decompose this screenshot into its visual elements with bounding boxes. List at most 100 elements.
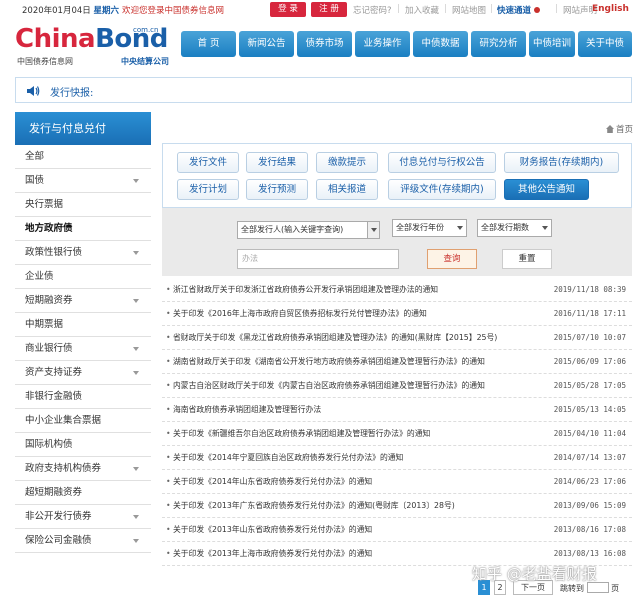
add-favorite-link[interactable]: 加入收藏 xyxy=(405,4,439,16)
register-button[interactable]: 注 册 xyxy=(311,2,347,17)
sidebar-item-label: 企业债 xyxy=(25,271,54,282)
list-item[interactable]: • 关于印发《2013年山东省政府债券发行兑付办法》的通知 2013/08/16 1… xyxy=(162,518,632,542)
nav-bond-market[interactable]: 债券市场 xyxy=(297,31,352,57)
logo-cn-name: 中国债券信息网 xyxy=(17,57,73,66)
category-panel: 发行文件 发行结果 缴款提示 付息兑付与行权公告 财务报告(存续期内) 发行计划… xyxy=(162,143,632,208)
chevron-down-icon xyxy=(133,515,139,519)
chevron-down-icon xyxy=(367,222,379,238)
english-link[interactable]: English xyxy=(592,4,629,14)
tab-rating-docs[interactable]: 评级文件(存续期内) xyxy=(388,179,496,200)
sidebar-item[interactable]: 国债 xyxy=(15,169,151,193)
list-item[interactable]: • 海南省政府债券承销团组建及管理暂行办法 2015/05/13 14:05 xyxy=(162,398,632,422)
sidebar-item[interactable]: 国际机构债 xyxy=(15,433,151,457)
announcement-title[interactable]: 关于印发《2013年广东省政府债券发行兑付办法》的通知(粤财库〔2013〕28号… xyxy=(173,494,548,518)
announcement-date: 2019/11/18 08:39 xyxy=(553,285,626,294)
sidebar-item[interactable]: 非银行金融债 xyxy=(15,385,151,409)
sidebar-title: 发行与付息兑付 xyxy=(15,112,151,145)
bullet-icon: • xyxy=(166,501,171,510)
search-input[interactable]: 办法 xyxy=(237,249,399,269)
bullet-icon: • xyxy=(166,333,171,342)
announcement-date: 2015/07/10 10:07 xyxy=(553,333,626,342)
issuance-flash-bar: 发行快报: xyxy=(15,77,632,103)
tab-payment-notice[interactable]: 缴款提示 xyxy=(316,152,378,173)
forgot-password-link[interactable]: 忘记密码? xyxy=(353,4,392,16)
announcement-title[interactable]: 湖南省财政厅关于印发《湖南省公开发行地方政府债券承销团组建及管理暂行办法》的通知 xyxy=(173,350,548,374)
bullet-icon: • xyxy=(166,405,171,414)
tab-other-notices[interactable]: 其他公告通知 xyxy=(504,179,589,200)
tab-issuance-docs[interactable]: 发行文件 xyxy=(177,152,239,173)
quick-access-menu[interactable]: 快速通道 xyxy=(497,4,540,16)
nav-data[interactable]: 中债数据 xyxy=(413,31,468,57)
announcement-title[interactable]: 海南省政府债券承销团组建及管理暂行办法 xyxy=(173,398,548,422)
list-item[interactable]: • 湖南省财政厅关于印发《湖南省公开发行地方政府债券承销团组建及管理暂行办法》的通… xyxy=(162,350,632,374)
announcement-title[interactable]: 关于印发《2014年山东省政府债券发行兑付办法》的通知 xyxy=(173,470,548,494)
logo-domain: com.cn xyxy=(133,26,159,34)
list-item[interactable]: • 内蒙古自治区财政厅关于印发《内蒙古自治区政府债券承销团组建及管理暂行办法》的通… xyxy=(162,374,632,398)
tab-issuance-plan[interactable]: 发行计划 xyxy=(177,179,239,200)
list-item[interactable]: • 省财政厅关于印发《黑龙江省政府债券承销团组建及管理办法》的通知(黑财库【201… xyxy=(162,326,632,350)
tab-related-reports[interactable]: 相关报道 xyxy=(316,179,378,200)
chinabond-logo[interactable]: ChinaBond com.cn 中国债券信息网 中央结算公司 xyxy=(15,24,175,70)
list-item[interactable]: • 关于印发《新疆维吾尔自治区政府债券承销团组建及管理暂行办法》的通知 2015/0… xyxy=(162,422,632,446)
divider: | xyxy=(490,4,493,14)
announcement-title[interactable]: 关于印发《2016年上海市政府自贸区债券招标发行兑付管理办法》的通知 xyxy=(173,302,548,326)
sidebar-item[interactable]: 政府支持机构债券 xyxy=(15,457,151,481)
sidebar-item[interactable]: 商业银行债 xyxy=(15,337,151,361)
list-item[interactable]: • 关于印发《2014年宁夏回族自治区政府债券发行兑付办法》的通知 2014/07/… xyxy=(162,446,632,470)
announcement-date: 2014/06/23 17:06 xyxy=(553,477,626,486)
nav-news[interactable]: 新闻公告 xyxy=(239,31,294,57)
sidebar-item-label: 地方政府债 xyxy=(25,223,73,234)
sidebar: 发行与付息兑付 全部国债 央行票据地方政府债政策性银行债企业债短期融资券 中期票据商… xyxy=(15,112,151,553)
nav-about[interactable]: 关于中债 xyxy=(578,31,632,57)
tab-financial-reports[interactable]: 财务报告(存续期内) xyxy=(504,152,619,173)
divider: | xyxy=(444,4,447,14)
announcement-date: 2013/09/06 15:09 xyxy=(553,501,626,510)
list-item[interactable]: • 关于印发《2016年上海市政府自贸区债券招标发行兑付管理办法》的通知 2016/… xyxy=(162,302,632,326)
sidebar-item[interactable]: 中期票据 xyxy=(15,313,151,337)
announcement-title[interactable]: 内蒙古自治区财政厅关于印发《内蒙古自治区政府债券承销团组建及管理暂行办法》的通知 xyxy=(173,374,548,398)
nav-home[interactable]: 首 页 xyxy=(181,31,236,57)
login-button[interactable]: 登 录 xyxy=(270,2,306,17)
nav-operations[interactable]: 业务操作 xyxy=(355,31,410,57)
list-item[interactable]: • 关于印发《2014年山东省政府债券发行兑付办法》的通知 2014/06/23 1… xyxy=(162,470,632,494)
sidebar-item-label: 全部 xyxy=(25,151,45,162)
issuer-select[interactable]: 全部发行人(输入关键字查询) xyxy=(237,221,380,239)
chevron-down-icon xyxy=(533,7,540,13)
sidebar-item[interactable]: 保险公司金融债 xyxy=(15,529,151,553)
announcement-title[interactable]: 关于印发《2013年山东省政府债券发行兑付办法》的通知 xyxy=(173,518,548,542)
home-breadcrumb[interactable]: 首页 xyxy=(606,123,633,135)
sidebar-item[interactable]: 非公开发行债券 xyxy=(15,505,151,529)
list-item[interactable]: • 关于印发《2013年广东省政府债券发行兑付办法》的通知(粤财库〔2013〕28… xyxy=(162,494,632,518)
reset-button[interactable]: 重置 xyxy=(502,249,552,269)
term-select[interactable]: 全部发行期数 xyxy=(477,219,552,237)
sidebar-item[interactable]: 央行票据 xyxy=(15,193,151,217)
nav-training[interactable]: 中债培训 xyxy=(529,31,575,57)
query-button[interactable]: 查询 xyxy=(427,249,477,269)
announcement-date: 2014/07/14 13:07 xyxy=(553,453,626,462)
divider: | xyxy=(555,4,558,14)
nav-research[interactable]: 研究分析 xyxy=(471,31,526,57)
sidebar-item[interactable]: 中小企业集合票据 xyxy=(15,409,151,433)
sidebar-item[interactable]: 全部 xyxy=(15,145,151,169)
bullet-icon: • xyxy=(166,309,171,318)
sidebar-item[interactable]: 短期融资券 xyxy=(15,289,151,313)
year-select[interactable]: 全部发行年份 xyxy=(392,219,467,237)
sitemap-link[interactable]: 网站地图 xyxy=(452,4,486,16)
announcement-title[interactable]: 浙江省财政厅关于印发浙江省政府债券公开发行承销团组建及管理办法的通知 xyxy=(173,278,548,302)
announcement-list: • 浙江省财政厅关于印发浙江省政府债券公开发行承销团组建及管理办法的通知 2019/… xyxy=(162,278,632,566)
divider: | xyxy=(397,4,400,14)
chevron-down-icon xyxy=(133,179,139,183)
sidebar-item[interactable]: 政策性银行债 xyxy=(15,241,151,265)
announcement-title[interactable]: 关于印发《2014年宁夏回族自治区政府债券发行兑付办法》的通知 xyxy=(173,446,548,470)
sidebar-item[interactable]: 企业债 xyxy=(15,265,151,289)
bullet-icon: • xyxy=(166,381,171,390)
announcement-title[interactable]: 关于印发《新疆维吾尔自治区政府债券承销团组建及管理暂行办法》的通知 xyxy=(173,422,548,446)
tab-issuance-results[interactable]: 发行结果 xyxy=(246,152,308,173)
announcement-title[interactable]: 省财政厅关于印发《黑龙江省政府债券承销团组建及管理办法》的通知(黑财库【2015… xyxy=(173,326,548,350)
sidebar-item[interactable]: 超短期融资券 xyxy=(15,481,151,505)
sidebar-item[interactable]: 资产支持证券 xyxy=(15,361,151,385)
sidebar-item[interactable]: 地方政府债 xyxy=(15,217,151,241)
tab-interest-redemption[interactable]: 付息兑付与行权公告 xyxy=(388,152,496,173)
tab-issuance-forecast[interactable]: 发行预测 xyxy=(246,179,308,200)
list-item[interactable]: • 浙江省财政厅关于印发浙江省政府债券公开发行承销团组建及管理办法的通知 2019/… xyxy=(162,278,632,302)
